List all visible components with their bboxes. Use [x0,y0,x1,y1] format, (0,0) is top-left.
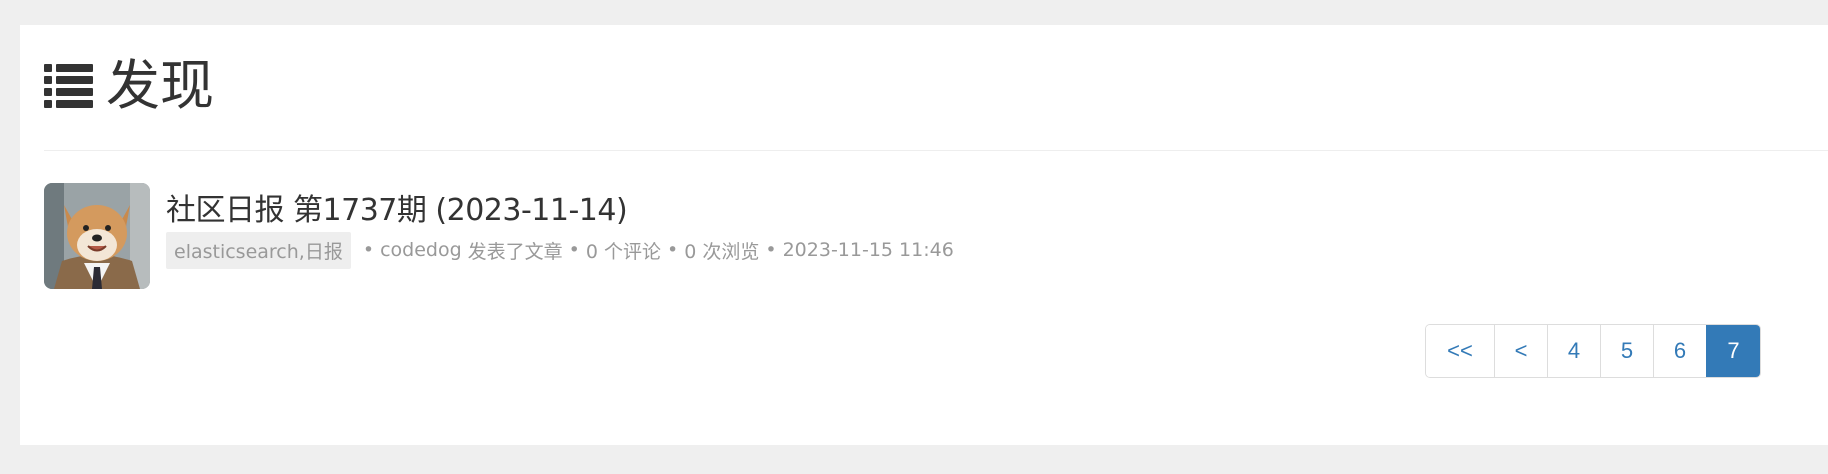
article-tags[interactable]: elasticsearch,日报 [166,231,351,269]
article-item: 社区日报 第1737期 (2023-11-14) elasticsearch,日… [44,183,1828,291]
prev-page-button[interactable]: < [1494,325,1547,377]
author-avatar[interactable] [44,183,150,289]
page-title: 发现 [106,54,214,117]
pagination: << < 4 5 6 7 [1425,324,1761,378]
meta-separator: • [667,239,679,261]
meta-separator: • [568,239,580,261]
page-button-7-current[interactable]: 7 [1706,325,1760,377]
main-panel: 发现 社区日报 第1737期 (2023-11-14) elasticsearc… [20,25,1828,445]
article-datetime: 2023-11-15 11:46 [782,239,954,261]
meta-separator: • [362,239,375,261]
page-header: 发现 [44,55,214,117]
article-title-link[interactable]: 社区日报 第1737期 (2023-11-14) [166,185,628,229]
meta-separator: • [765,239,777,261]
comment-count: 0 个评论 [585,240,662,263]
list-icon [44,62,94,110]
article-action: 发表了文章 [467,240,563,263]
first-page-button[interactable]: << [1426,325,1494,377]
author-link[interactable]: codedog [380,239,462,261]
page-button-6[interactable]: 6 [1653,325,1706,377]
shiba-dog-avatar-icon [44,183,150,289]
header-divider [44,150,1828,151]
view-count: 0 次浏览 [684,240,760,263]
page-button-5[interactable]: 5 [1600,325,1653,377]
article-meta: elasticsearch,日报 • codedog 发表了文章 • 0 个评论… [166,231,954,269]
page-button-4[interactable]: 4 [1547,325,1600,377]
